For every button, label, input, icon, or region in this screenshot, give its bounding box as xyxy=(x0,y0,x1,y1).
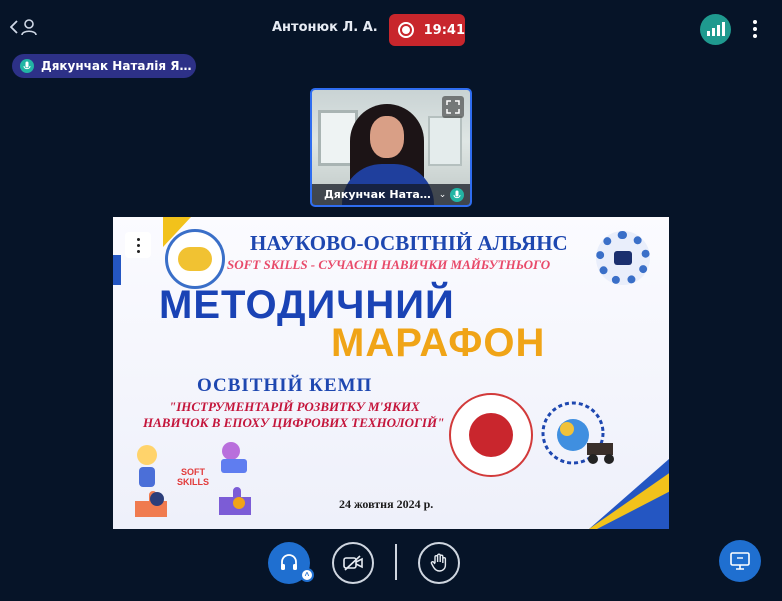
marathon-title-line-2: МАРАФОН xyxy=(331,321,546,365)
event-date: 24 жовтня 2024 р. xyxy=(339,497,434,511)
chevron-up-icon[interactable]: ^ xyxy=(300,568,314,582)
background-shelf xyxy=(428,116,462,166)
user-icon xyxy=(20,18,38,41)
participant-face xyxy=(370,116,404,158)
recording-indicator[interactable]: 19:41 xyxy=(389,14,465,46)
camp-subtitle-line-1: "ІНСТРУМЕНТАРІЙ РОЗВИТКУ М'ЯКИХ xyxy=(169,399,420,414)
raise-hand-icon[interactable] xyxy=(418,542,460,584)
expand-icon[interactable] xyxy=(442,96,464,118)
school-emblem-logo xyxy=(449,393,533,477)
active-speaker-chip[interactable]: Дякунчак Наталія Я… xyxy=(12,54,196,78)
back-button[interactable] xyxy=(9,16,40,42)
active-speaker-name: Дякунчак Наталія Я… xyxy=(41,59,192,73)
presenter-name: Антонюк Л. А. xyxy=(272,20,378,35)
mic-icon xyxy=(450,188,464,202)
slide-options-button[interactable] xyxy=(125,232,151,258)
soft-skills-illustration: SOFT SKILLS xyxy=(127,437,261,523)
alliance-subtitle: SOFT SKILLS - СУЧАСНІ НАВИЧКИ МАЙБУТНЬОГ… xyxy=(227,257,551,272)
record-icon xyxy=(398,22,414,38)
institution-gear-logo xyxy=(596,231,650,285)
mic-icon xyxy=(20,59,34,73)
camp-subtitle-line-2: НАВИЧОК В ЕПОХУ ЦИФРОВИХ ТЕХНОЛОГІЙ" xyxy=(143,415,445,430)
video-participant-name: Дякунчак Ната… xyxy=(324,188,431,201)
controls-divider xyxy=(395,544,397,580)
signal-bars-icon[interactable] xyxy=(700,14,731,45)
chevron-down-icon[interactable]: ⌄ xyxy=(439,189,447,200)
recording-time: 19:41 xyxy=(423,22,465,38)
alliance-logo xyxy=(165,229,225,289)
top-bar: Антонюк Л. А. 19:41 xyxy=(0,0,782,56)
call-controls-bar: ^ xyxy=(0,530,782,601)
decorative-stripe xyxy=(113,255,121,285)
back-chevron-icon xyxy=(9,19,18,39)
screen-share-icon[interactable] xyxy=(719,540,761,582)
camera-off-icon[interactable] xyxy=(332,542,374,584)
camp-title: ОСВІТНІЙ КЕМП xyxy=(197,375,373,396)
more-vertical-icon[interactable] xyxy=(746,16,764,42)
video-name-bar: Дякунчак Ната… ⌄ xyxy=(312,184,470,205)
soft-skills-label: SOFT SKILLS xyxy=(177,467,210,487)
college-emblem-logo xyxy=(539,399,619,471)
shared-presentation-slide: НАУКОВО-ОСВІТНІЙ АЛЬЯНС SOFT SKILLS - СУ… xyxy=(113,217,669,529)
alliance-title: НАУКОВО-ОСВІТНІЙ АЛЬЯНС xyxy=(250,231,568,255)
participant-video-tile[interactable]: Дякунчак Ната… ⌄ xyxy=(310,88,472,207)
